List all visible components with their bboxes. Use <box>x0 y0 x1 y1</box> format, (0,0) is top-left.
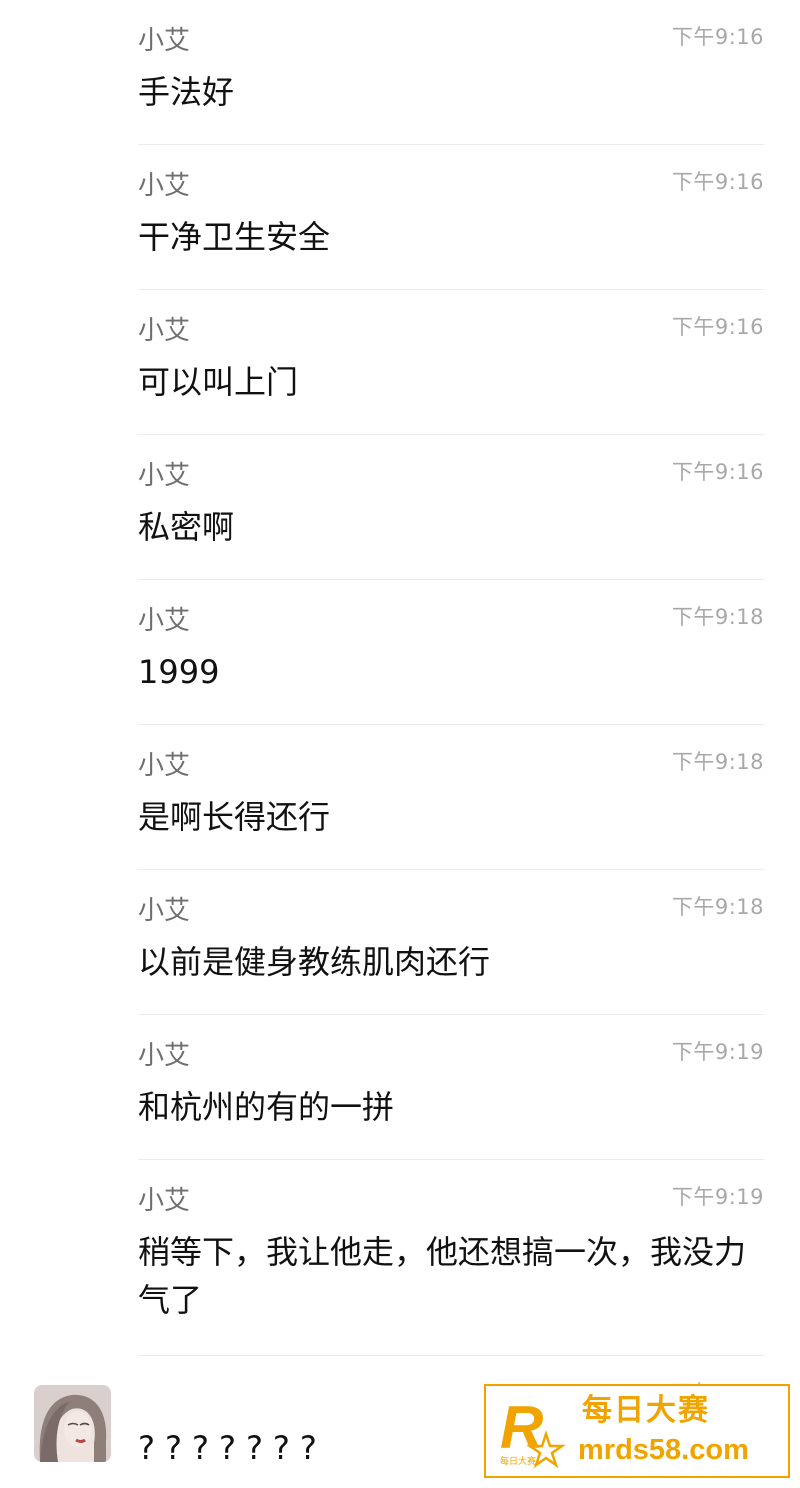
message-time: 下午9:18 <box>671 605 764 629</box>
message-text: 手法好 <box>138 73 235 111</box>
message-time: 下午9:19 <box>671 1040 764 1064</box>
message-time: 下午9:18 <box>671 895 764 919</box>
message-time: 下午9:18 <box>671 750 764 774</box>
watermark: R 每日大赛 每日大赛 mrds58.com <box>484 1384 790 1478</box>
message-item[interactable]: 小艾 下午9:18 1999 <box>138 580 764 725</box>
sender-name: 小艾 <box>138 1186 191 1216</box>
message-text: 私密啊 <box>138 508 235 546</box>
message-text: 和杭州的有的一拼 <box>138 1088 395 1126</box>
message-text: 1999 <box>138 653 220 691</box>
sender-name: 小艾 <box>138 896 191 926</box>
sender-name: 小艾 <box>138 606 191 636</box>
message-item[interactable]: 小艾 下午9:19 稍等下，我让他走，他还想搞一次，我没力气了 <box>138 1160 764 1356</box>
message-item[interactable]: 小艾 下午9:18 是啊长得还行 <box>138 725 764 870</box>
message-text: 是啊长得还行 <box>138 798 331 836</box>
message-item[interactable]: 小艾 下午9:16 干净卫生安全 <box>138 145 764 290</box>
avatar[interactable] <box>34 1385 111 1462</box>
message-text: 以前是健身教练肌肉还行 <box>138 943 491 981</box>
logo-subtext: 每日大赛 <box>500 1455 536 1467</box>
sender-name: 小艾 <box>138 26 191 56</box>
sender-name: 小艾 <box>138 461 191 491</box>
message-text: 干净卫生安全 <box>138 218 331 256</box>
message-text: 稍等下，我让他走，他还想搞一次，我没力气了 <box>138 1233 747 1319</box>
message-time: 下午9:19 <box>671 1185 764 1209</box>
message-time: 下午9:16 <box>671 315 764 339</box>
sender-name: 小艾 <box>138 751 191 781</box>
message-item[interactable]: 小艾 下午9:16 手法好 <box>138 0 764 145</box>
message-time: 下午9:16 <box>671 170 764 194</box>
message-item[interactable]: 小艾 下午9:18 以前是健身教练肌肉还行 <box>138 870 764 1015</box>
sender-name: 小艾 <box>138 171 191 201</box>
sender-name: 小艾 <box>138 316 191 346</box>
watermark-logo-icon: R 每日大赛 <box>500 1394 566 1469</box>
message-item[interactable]: 小艾 下午9:16 私密啊 <box>138 435 764 580</box>
message-text: 可以叫上门 <box>138 363 299 401</box>
message-time: 下午9:16 <box>671 25 764 49</box>
message-item[interactable]: 小艾 下午9:16 可以叫上门 <box>138 290 764 435</box>
message-time: 下午9:16 <box>671 460 764 484</box>
avatar-portrait-image <box>34 1385 111 1462</box>
watermark-title: 每日大赛 <box>582 1393 710 1428</box>
message-item[interactable]: 小艾 下午9:19 和杭州的有的一拼 <box>138 1015 764 1160</box>
sender-name: 小艾 <box>138 1041 191 1071</box>
watermark-url: mrds58.com <box>578 1434 749 1466</box>
